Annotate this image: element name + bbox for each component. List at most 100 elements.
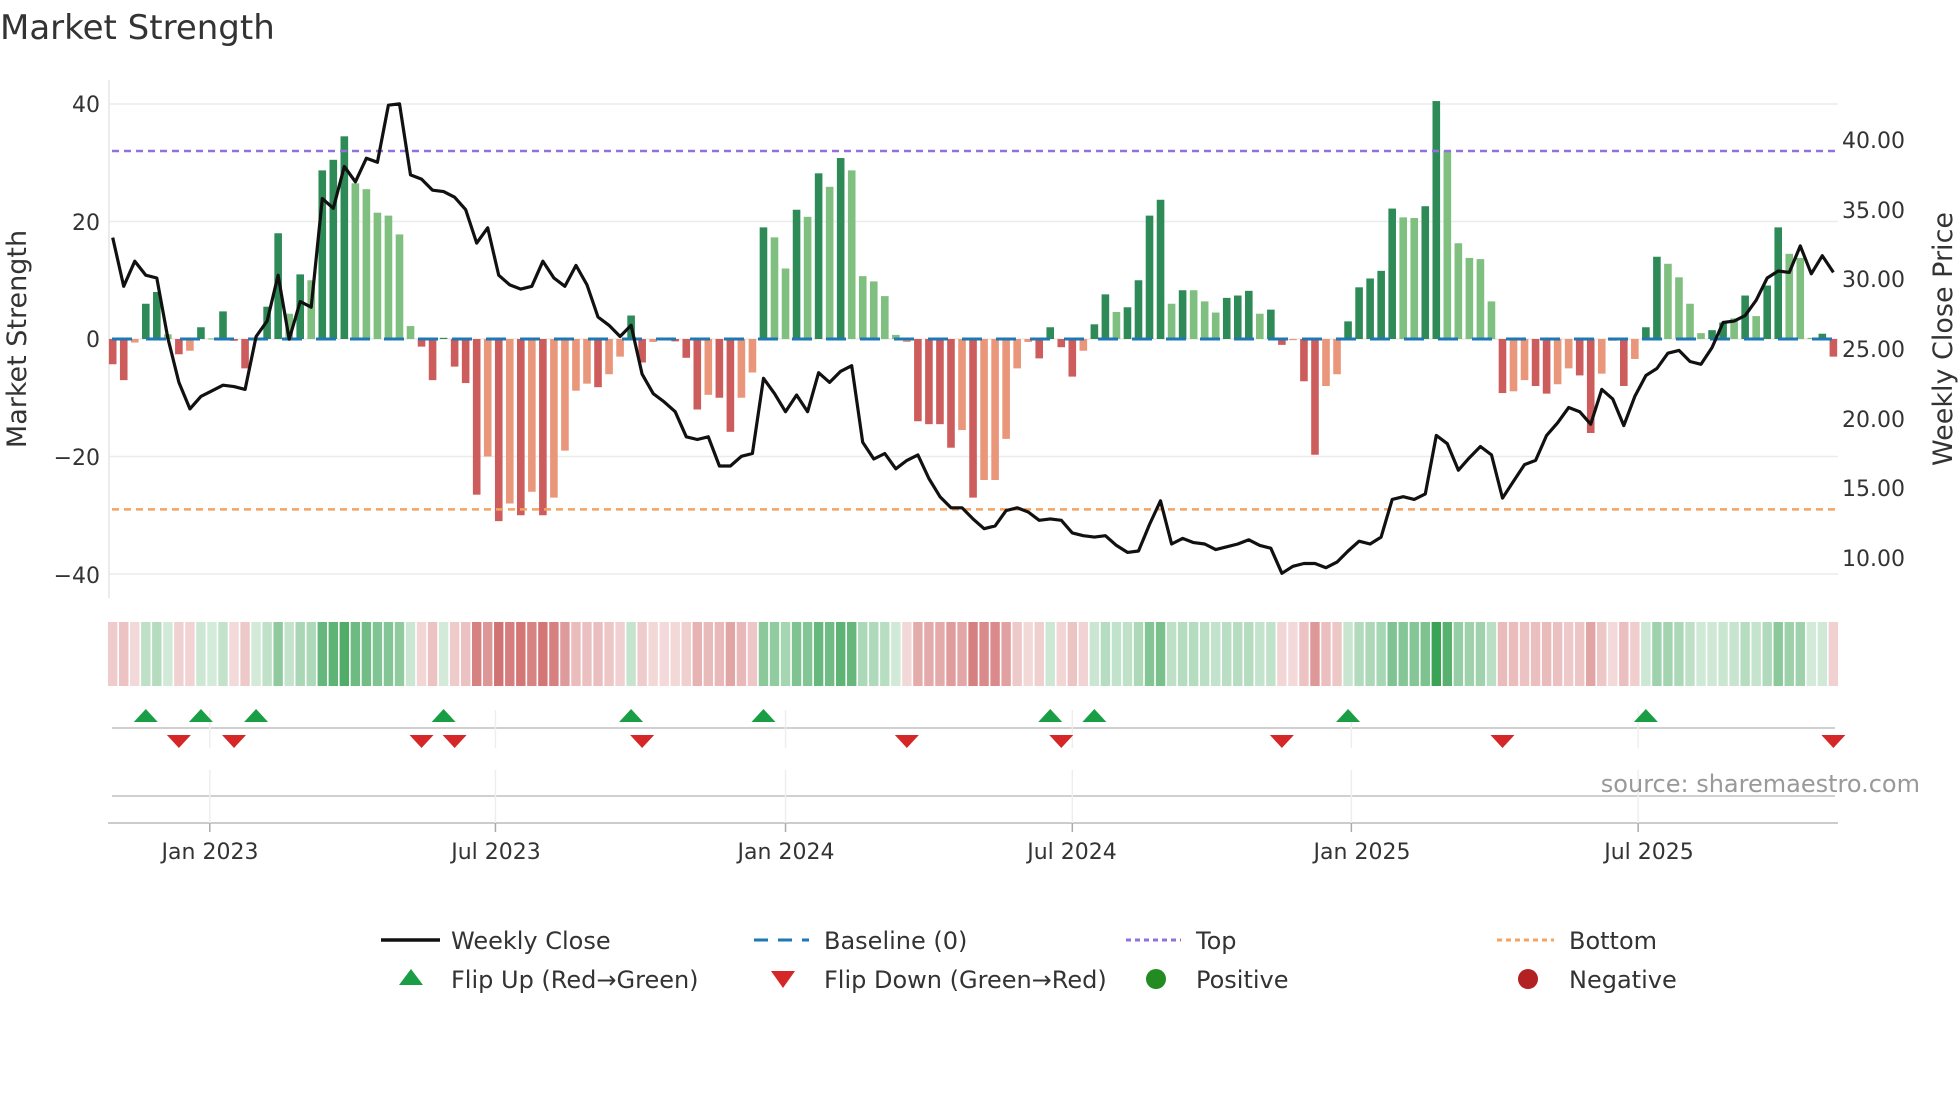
strength-bar [858,276,867,339]
strength-bar [1465,257,1474,339]
strength-bar [1642,327,1650,339]
strip-cell [1541,622,1552,686]
y2tick-label: 20.00 [1842,408,1905,433]
chart-title: Market Strength [0,8,275,48]
strength-bar [781,268,790,339]
y2tick-label: 10.00 [1842,547,1905,572]
flip-down-marker [409,735,434,748]
strip-cell [1199,622,1210,686]
ytick-label: −20 [54,446,100,471]
xtick-label: Jul 2023 [449,840,541,865]
strip-cell [1255,622,1265,686]
strength-bar [947,339,955,448]
source-note: source: sharemaestro.com [1601,770,1920,798]
strength-bar [406,326,415,339]
flip-down-marker [1269,735,1294,748]
strength-bar [1829,339,1838,357]
strip-cell [328,622,338,686]
strip-cell [1233,622,1243,686]
xtick-label: Jul 2025 [1602,840,1694,865]
strip-cell [1001,622,1011,686]
market-strength-chart: Market Strength 40 20 0 −20 −40 40.00 35… [0,8,1959,994]
strip-cell [1343,622,1353,686]
strip-cell [946,622,956,686]
strip-cell [251,622,261,686]
strength-bar [792,209,801,339]
strip-cell [152,622,162,686]
strength-bar [1752,316,1760,339]
strength-bar [969,339,977,498]
strength-bar [1112,311,1121,339]
strip-cell [1751,622,1761,686]
strength-bar [395,234,404,339]
legend-label: Positive [1196,966,1289,994]
strip-cell [1497,622,1508,686]
xtick-label: Jul 2024 [1025,840,1117,865]
xtick-label: Jan 2023 [160,840,259,865]
strength-bar [1101,294,1110,339]
strip-cell [1332,622,1342,686]
strength-bar [1211,312,1220,339]
strip-cell [1244,622,1254,686]
strength-bar [362,189,371,339]
strip-cell [1486,622,1497,686]
strip-cell [284,622,294,686]
strength-bar [914,339,922,422]
strength-bar [130,339,139,343]
strength-bar [1013,339,1021,369]
strength-bar [1123,307,1132,339]
strength-bar [1222,297,1231,339]
strength-bar [616,339,624,357]
strip-cell [196,622,206,686]
strip-cell [1563,622,1574,686]
strength-bar [1079,339,1088,351]
right-y-ticks: 40.00 35.00 30.00 25.00 20.00 15.00 10.0… [1842,129,1905,572]
flip-up-marker [431,709,456,722]
strength-bar [1333,339,1341,375]
strength-bar [1388,208,1396,339]
flip-up-marker [244,709,269,722]
strip-cell [1431,622,1441,686]
strip-cell [1222,622,1232,686]
strip-cell [1828,622,1839,686]
strip-cell [769,622,780,686]
flip-down-marker [1490,735,1515,748]
strength-bar [1233,295,1242,339]
strength-bar [1057,339,1066,348]
strip-cell [1211,622,1221,686]
strip-cell [1155,622,1166,686]
strip-cell [835,622,846,686]
strength-bar [825,186,834,339]
strip-cell [350,622,361,686]
strip-cell [1508,622,1519,686]
strength-bar [1774,227,1783,339]
strength-bar [572,339,580,391]
strength-bar [1454,243,1463,339]
strength-bar [1035,339,1044,359]
strip-cell [1608,622,1618,686]
flip-up-marker [619,709,644,722]
legend: Weekly Close Baseline (0) Top Bottom Fli… [381,927,1677,994]
strength-bar [175,339,183,355]
strip-cell [1078,622,1089,686]
strip-cell [119,622,129,686]
flip-down-marker [1821,735,1846,748]
strip-cell [1310,622,1320,686]
strip-cell [990,622,1000,686]
strip-cell [1089,622,1100,686]
strip-cell [1122,622,1133,686]
strength-bars [108,101,1838,522]
strip-cell [295,622,305,686]
strip-cell [1586,622,1596,686]
strip-cell [1111,622,1122,686]
strip-cell [979,622,989,686]
y2-axis-label: Weekly Close Price [1928,212,1959,466]
strip-cell [736,622,747,686]
strength-bar [693,339,702,410]
strength-bar [1520,339,1529,381]
strip-cell [615,622,625,686]
strength-bar [1697,333,1705,339]
strip-cell [747,622,758,686]
strip-cell [670,622,680,686]
strength-bar [1002,339,1010,439]
